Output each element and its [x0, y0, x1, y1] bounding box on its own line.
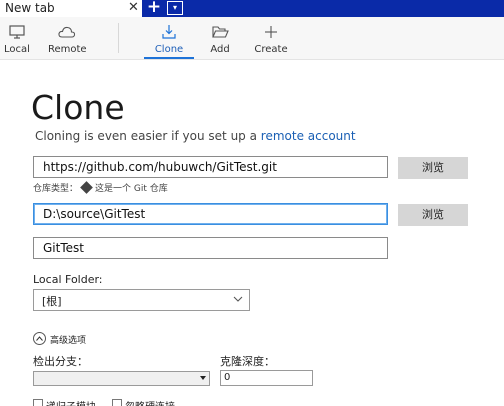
toolbar-clone-button[interactable]: Clone: [144, 17, 194, 59]
monitor-icon: [9, 25, 25, 39]
toolbar-remote-label: Remote: [48, 44, 87, 55]
toolbar-remote-button[interactable]: Remote: [48, 17, 87, 59]
active-tab-indicator: [144, 57, 194, 59]
repository-type-value: 这是一个 Git 仓库: [95, 184, 168, 194]
local-folder-label: Local Folder:: [33, 273, 103, 286]
tab-menu-button[interactable]: ▾: [167, 1, 183, 15]
cloud-icon: [58, 26, 76, 38]
clone-depth-input[interactable]: 0: [220, 370, 313, 386]
download-tray-icon: [162, 25, 176, 39]
tab-strip: New tab ✕ + ▾: [0, 0, 504, 17]
subtitle-text: Cloning is even easier if you set up a: [35, 129, 261, 143]
recurse-submodules-checkbox[interactable]: [33, 399, 43, 406]
toolbar-add-button[interactable]: Add: [206, 17, 234, 59]
toolbar-separator: [118, 23, 119, 53]
no-hardlinks-checkbox[interactable]: [112, 399, 122, 406]
chevron-up-icon: [36, 336, 43, 341]
local-folder-select[interactable]: [根]: [33, 289, 250, 311]
tab-strip-background: [142, 0, 504, 17]
page-title: Clone: [31, 88, 125, 127]
toolbar: Local Remote Clone Add Create: [0, 17, 504, 60]
subtitle: Cloning is even easier if you set up a r…: [35, 129, 356, 143]
advanced-options-label: 高级选项: [50, 336, 87, 346]
checkout-branch-select[interactable]: [33, 371, 210, 386]
browse-destination-button[interactable]: 浏览: [398, 204, 468, 226]
repository-url-input[interactable]: https://github.com/hubuwch/GitTest.git: [33, 156, 388, 178]
remote-account-link[interactable]: remote account: [261, 129, 356, 143]
new-tab-button[interactable]: +: [145, 0, 163, 17]
folder-open-icon: [212, 26, 229, 38]
tab-new-tab[interactable]: New tab ✕: [0, 0, 142, 17]
browse-url-button[interactable]: 浏览: [398, 157, 468, 179]
clone-depth-label: 克隆深度：: [220, 355, 275, 368]
toolbar-local-label: Local: [4, 44, 30, 55]
git-icon: [80, 181, 93, 194]
toolbar-add-label: Add: [210, 44, 230, 55]
toolbar-create-label: Create: [254, 44, 288, 55]
destination-path-input[interactable]: D:\source\GitTest: [33, 203, 388, 225]
toolbar-create-button[interactable]: Create: [254, 17, 288, 59]
tab-title: New tab: [5, 1, 55, 15]
repository-type-label: 仓库类型：: [33, 184, 79, 194]
checkout-branch-label: 检出分支：: [33, 355, 88, 368]
repository-name-input[interactable]: GitTest: [33, 237, 388, 259]
chevron-down-icon: [233, 296, 243, 302]
plus-icon: [265, 26, 277, 38]
dropdown-arrow-icon: [200, 376, 206, 380]
toolbar-clone-label: Clone: [154, 44, 184, 55]
repository-type-info: 仓库类型： 这是一个 Git 仓库: [33, 181, 168, 194]
toolbar-local-button[interactable]: Local: [2, 17, 32, 59]
recurse-submodules-label: 递归子模块: [46, 398, 96, 406]
no-hardlinks-label: 忽略硬连接: [125, 398, 175, 406]
close-icon[interactable]: ✕: [128, 0, 139, 16]
advanced-options-toggle[interactable]: [33, 332, 46, 345]
local-folder-value: [根]: [42, 295, 62, 308]
